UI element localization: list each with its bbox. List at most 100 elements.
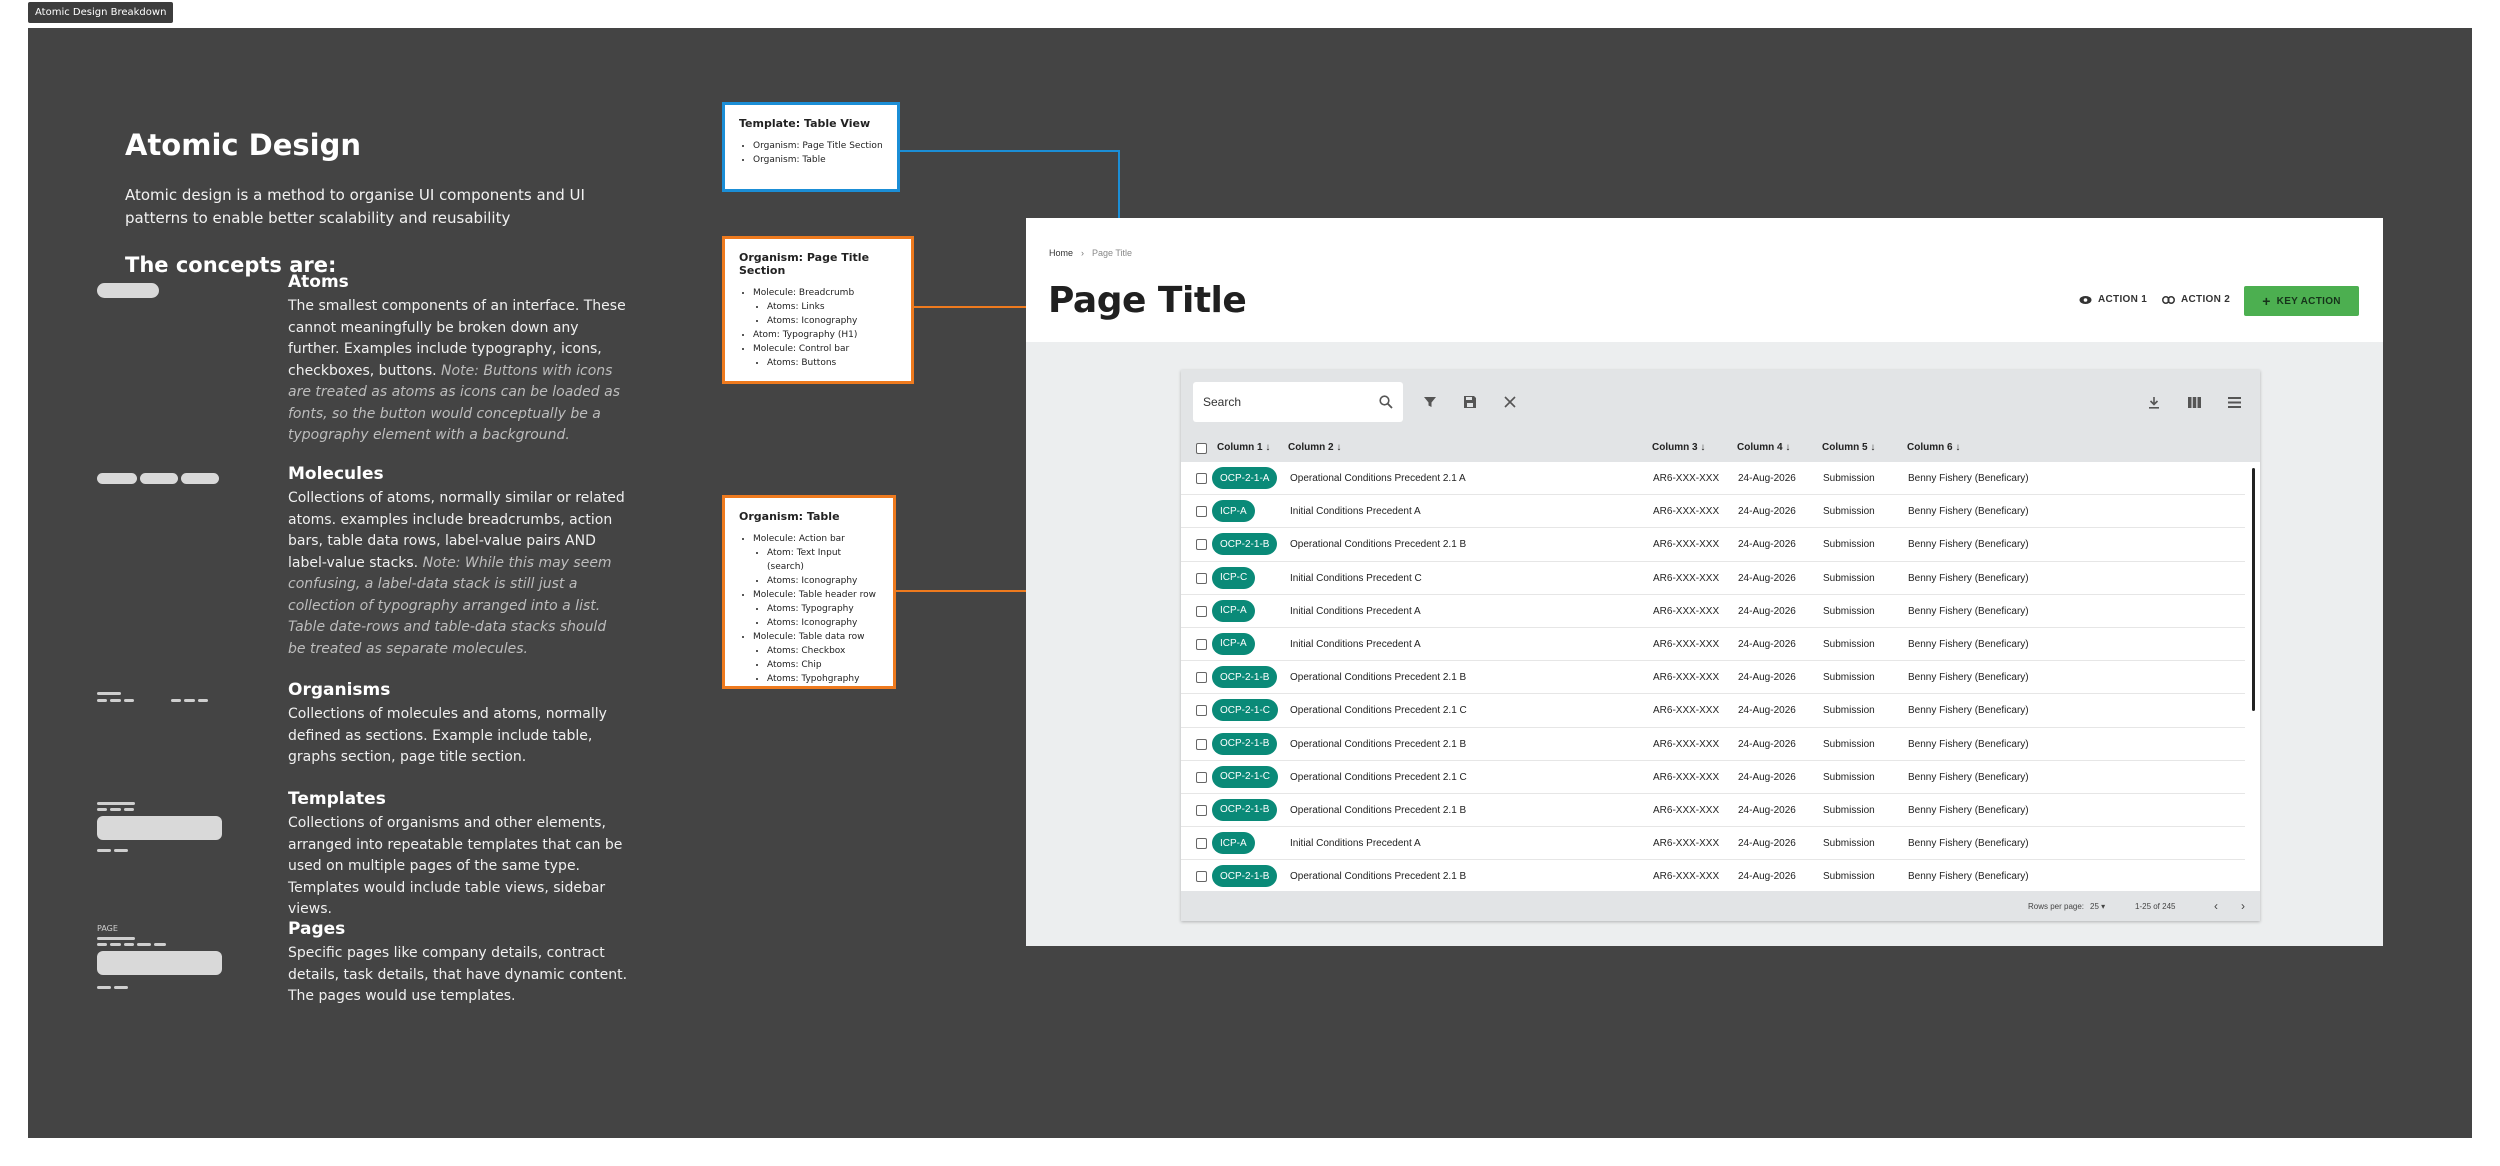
cell-column-3: AR6-XXX-XXX <box>1653 738 1720 750</box>
action2-button[interactable]: ACTION 2 <box>2162 294 2230 305</box>
row-checkbox[interactable] <box>1196 539 1207 551</box>
cell-column-6: Benny Fishery (Beneficary) <box>1908 771 2029 783</box>
page-mockup: Home › Page Title Page Title ACTION 1 ACTI… <box>1026 218 2383 946</box>
table-row[interactable]: OCP-2-1-C Operational Conditions Preceden… <box>1181 761 2245 794</box>
column-header-3[interactable]: Column 3 ↓ <box>1652 442 1705 453</box>
row-checkbox[interactable] <box>1196 605 1207 617</box>
filter-icon[interactable] <box>1422 394 1438 410</box>
save-icon[interactable] <box>1462 394 1478 410</box>
row-checkbox[interactable] <box>1196 771 1207 783</box>
table-row[interactable]: OCP-2-1-B Operational Conditions Preceden… <box>1181 794 2245 828</box>
key-action-button[interactable]: + KEY ACTION <box>2244 286 2359 316</box>
board-title: Atomic Design <box>125 128 362 162</box>
cell-column-3: AR6-XXX-XXX <box>1653 672 1720 684</box>
cell-column-4: 24-Aug-2026 <box>1738 638 1796 650</box>
page-title: Page Title <box>1048 280 1247 321</box>
annotation-list: Molecule: Breadcrumb Atoms: Links Atoms:… <box>739 286 897 370</box>
cell-column-5: Submission <box>1823 572 1875 584</box>
table-organism: Search Column 1 ↓ Column 2 ↓ Column 3 ↓ … <box>1181 370 2260 921</box>
row-checkbox[interactable] <box>1196 506 1207 518</box>
status-chip: ICP-A <box>1212 832 1255 855</box>
table-row[interactable]: OCP-2-1-A Operational Conditions Preceden… <box>1181 462 2245 496</box>
table-row[interactable]: OCP-2-1-B Operational Conditions Preceden… <box>1181 528 2245 562</box>
cell-column-2: Initial Conditions Precedent A <box>1290 506 1421 518</box>
table-header-row: Column 1 ↓ Column 2 ↓ Column 3 ↓ Column … <box>1181 434 2260 462</box>
cell-column-5: Submission <box>1823 771 1875 783</box>
cell-column-4: 24-Aug-2026 <box>1738 738 1796 750</box>
molecule-pill-icon <box>181 473 219 484</box>
cell-column-5: Submission <box>1823 705 1875 717</box>
eye-icon <box>2079 295 2092 304</box>
cell-column-5: Submission <box>1823 473 1875 484</box>
concept-name: Organisms <box>288 680 391 700</box>
cell-column-6: Benny Fishery (Beneficary) <box>1908 738 2029 750</box>
table-row[interactable]: ICP-C Initial Conditions Precedent C AR6-X… <box>1181 562 2245 595</box>
cell-column-3: AR6-XXX-XXX <box>1653 506 1720 518</box>
search-input[interactable]: Search <box>1193 382 1403 422</box>
column-header-6[interactable]: Column 6 ↓ <box>1907 442 1960 453</box>
cell-column-5: Submission <box>1823 506 1875 518</box>
connector-line <box>900 150 1119 152</box>
table-row[interactable]: ICP-A Initial Conditions Precedent A AR6-X… <box>1181 628 2245 662</box>
cell-column-2: Initial Conditions Precedent A <box>1290 638 1421 650</box>
table-row[interactable]: OCP-2-1-B Operational Conditions Preceden… <box>1181 860 2245 894</box>
column-header-5[interactable]: Column 5 ↓ <box>1822 442 1875 453</box>
cell-column-5: Submission <box>1823 605 1875 617</box>
table-row[interactable]: OCP-2-1-B Operational Conditions Preceden… <box>1181 661 2245 695</box>
cell-column-6: Benny Fishery (Beneficary) <box>1908 838 2029 850</box>
status-chip: OCP-2-1-B <box>1212 865 1278 888</box>
cell-column-4: 24-Aug-2026 <box>1738 539 1796 551</box>
row-checkbox[interactable] <box>1196 705 1207 717</box>
cell-column-6: Benny Fishery (Beneficary) <box>1908 506 2029 518</box>
table-row[interactable]: ICP-A Initial Conditions Precedent A AR6-X… <box>1181 495 2245 529</box>
table-row[interactable]: ICP-A Initial Conditions Precedent A AR6-X… <box>1181 595 2245 628</box>
connector-line <box>914 306 1026 308</box>
column-header-4[interactable]: Column 4 ↓ <box>1737 442 1790 453</box>
cell-column-2: Initial Conditions Precedent A <box>1290 605 1421 617</box>
concept-text: Collections of organisms and other eleme… <box>288 815 623 917</box>
download-icon[interactable] <box>2146 394 2162 410</box>
rows-per-page-select[interactable]: 25 ▾ <box>2090 902 2105 911</box>
row-checkbox[interactable] <box>1196 638 1207 650</box>
cell-column-2: Operational Conditions Precedent 2.1 B <box>1290 672 1467 684</box>
close-icon[interactable] <box>1502 394 1518 410</box>
cell-column-4: 24-Aug-2026 <box>1738 506 1796 518</box>
vertical-scrollbar[interactable] <box>2252 468 2255 711</box>
row-checkbox[interactable] <box>1196 672 1207 684</box>
chevron-left-icon[interactable]: ‹ <box>2214 899 2218 913</box>
row-checkbox[interactable] <box>1196 804 1207 816</box>
action1-button[interactable]: ACTION 1 <box>2079 294 2147 305</box>
chevron-right-icon[interactable]: › <box>2241 899 2245 913</box>
cell-column-2: Operational Conditions Precedent 2.1 B <box>1290 804 1467 816</box>
table-row[interactable]: OCP-2-1-B Operational Conditions Preceden… <box>1181 728 2245 761</box>
cell-column-3: AR6-XXX-XXX <box>1653 605 1720 617</box>
cell-column-2: Operational Conditions Precedent 2.1 C <box>1290 771 1467 783</box>
annotation-list: Organism: Page Title Section Organism: T… <box>739 139 883 167</box>
template-annotation: Template: Table View Organism: Page Titl… <box>722 102 900 192</box>
row-checkbox[interactable] <box>1196 473 1207 484</box>
table-annotation: Organism: Table Molecule: Action bar Ato… <box>722 495 896 689</box>
table-pagination: Rows per page: 25 ▾ 1-25 of 245 ‹ › <box>1181 891 2260 921</box>
breadcrumb-home-link[interactable]: Home <box>1049 248 1073 258</box>
select-all-checkbox[interactable] <box>1196 443 1207 454</box>
status-chip: OCP-2-1-C <box>1212 699 1279 722</box>
cell-column-6: Benny Fishery (Beneficary) <box>1908 871 2029 883</box>
row-checkbox[interactable] <box>1196 838 1207 850</box>
cell-column-4: 24-Aug-2026 <box>1738 672 1796 684</box>
column-header-1[interactable]: Column 1 ↓ <box>1217 442 1270 453</box>
column-header-2[interactable]: Column 2 ↓ <box>1288 442 1341 453</box>
table-row[interactable]: OCP-2-1-C Operational Conditions Preceden… <box>1181 694 2245 728</box>
search-icon <box>1379 395 1393 409</box>
row-checkbox[interactable] <box>1196 572 1207 584</box>
row-checkbox[interactable] <box>1196 871 1207 883</box>
cell-column-5: Submission <box>1823 804 1875 816</box>
columns-icon[interactable] <box>2186 394 2202 410</box>
cell-column-3: AR6-XXX-XXX <box>1653 871 1720 883</box>
density-icon[interactable] <box>2226 394 2242 410</box>
chevron-right-icon: › <box>1081 248 1085 258</box>
plus-icon: + <box>2262 293 2271 309</box>
row-checkbox[interactable] <box>1196 738 1207 750</box>
table-row[interactable]: ICP-A Initial Conditions Precedent A AR6-X… <box>1181 827 2245 861</box>
concept-name: Molecules <box>288 464 384 484</box>
board-intro: Atomic design is a method to organise UI… <box>125 186 585 227</box>
